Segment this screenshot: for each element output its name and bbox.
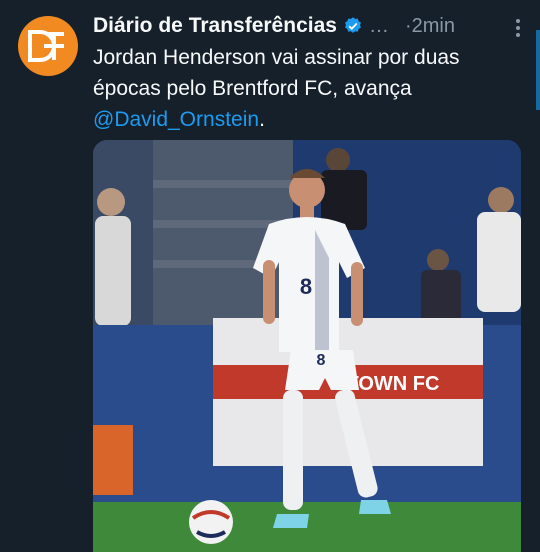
tweet[interactable]: Diário de Transferências … ·2min Jordan …	[0, 0, 540, 552]
more-options-icon[interactable]	[516, 11, 520, 37]
tweet-header: Diário de Transferências … ·2min	[93, 11, 540, 41]
verified-badge-icon	[343, 16, 363, 36]
football-player-photo: TOWN FC 8 8	[93, 140, 521, 552]
account-handle[interactable]: …	[369, 15, 389, 38]
tweet-text-body: Jordan Henderson vai assinar por duas ép…	[93, 46, 460, 100]
tweet-text: Jordan Henderson vai assinar por duas ép…	[93, 42, 513, 135]
account-name[interactable]: Diário de Transferências	[93, 14, 337, 38]
jersey-number: 8	[300, 274, 312, 299]
tweet-photo[interactable]: TOWN FC 8 8	[93, 140, 521, 552]
brand-logo-icon	[28, 30, 64, 62]
tweet-text-end: .	[259, 108, 265, 131]
mention-link[interactable]: @David_Ornstein	[93, 108, 259, 131]
scroll-indicator	[536, 30, 540, 110]
avatar[interactable]	[18, 16, 78, 76]
banner-text: TOWN FC	[347, 373, 440, 395]
timestamp[interactable]: ·2min	[405, 15, 455, 38]
shorts-number: 8	[317, 352, 326, 369]
